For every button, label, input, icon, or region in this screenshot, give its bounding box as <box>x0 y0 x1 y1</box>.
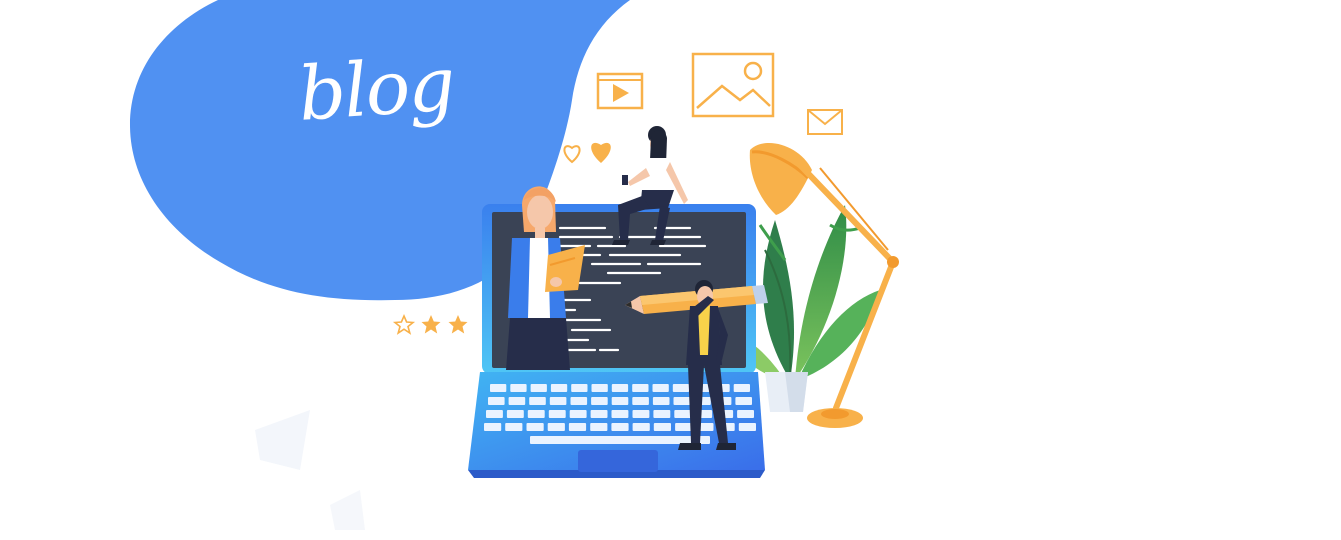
keyboard-key <box>632 423 650 431</box>
keyboard-key <box>506 410 524 418</box>
keyboard-key <box>652 397 670 405</box>
keyboard-key <box>547 423 565 431</box>
keyboard-key <box>672 384 690 392</box>
keyboard-key <box>632 384 649 392</box>
keyboard-key <box>652 384 669 392</box>
keyboard-key <box>611 423 629 431</box>
blog-banner: blog <box>0 0 1341 540</box>
keyboard-key <box>571 384 588 392</box>
keyboard-key <box>486 410 503 418</box>
star-icon <box>421 315 441 334</box>
keyboard-key <box>590 410 608 418</box>
keyboard-key <box>490 384 507 392</box>
keyboard-key <box>591 384 608 392</box>
keyboard-key <box>653 423 671 431</box>
keyboard-key <box>632 410 650 418</box>
keyboard-key <box>632 397 649 405</box>
keyboard-key <box>653 410 671 418</box>
keyboard-key <box>530 384 547 392</box>
keyboard-key <box>611 397 629 405</box>
keyboard-key <box>568 423 587 431</box>
image-icon <box>691 52 775 118</box>
keyboard-key <box>591 397 608 405</box>
keyboard-key <box>550 384 568 392</box>
star-icon <box>448 315 468 334</box>
keyboard-key <box>738 423 756 431</box>
keyboard-key <box>570 397 588 405</box>
keyboard-key <box>484 423 502 431</box>
keyboard-key <box>548 410 566 418</box>
keyboard-key <box>611 384 629 392</box>
keyboard-key <box>505 423 523 431</box>
keyboard-key <box>735 397 752 405</box>
illustration <box>130 0 899 530</box>
mail-icon <box>807 109 843 135</box>
video-play-icon <box>596 72 644 110</box>
heart-outline-icon <box>563 145 581 164</box>
keyboard-key <box>611 410 629 418</box>
faint-shape <box>330 490 365 530</box>
keyboard-key <box>569 410 587 418</box>
keyboard-key <box>526 423 544 431</box>
keyboard-key <box>737 410 754 418</box>
star-outline-icon <box>392 313 416 335</box>
keyboard-key <box>508 397 526 405</box>
keyboard-key <box>674 410 692 418</box>
faint-shape <box>255 410 310 470</box>
keyboard-key <box>590 423 608 431</box>
keyboard-spacebar <box>530 436 710 444</box>
keyboard-key <box>733 384 750 392</box>
keyboard-key <box>673 397 691 405</box>
keyboard-key <box>527 410 545 418</box>
blog-title: blog <box>295 41 457 138</box>
keyboard-key <box>529 397 546 405</box>
heart-icon <box>591 142 611 163</box>
rating-stars <box>392 313 468 335</box>
keyboard-key <box>675 423 693 431</box>
keyboard-key <box>488 397 505 405</box>
keyboard-key <box>549 397 567 405</box>
keyboard-key <box>510 384 527 392</box>
